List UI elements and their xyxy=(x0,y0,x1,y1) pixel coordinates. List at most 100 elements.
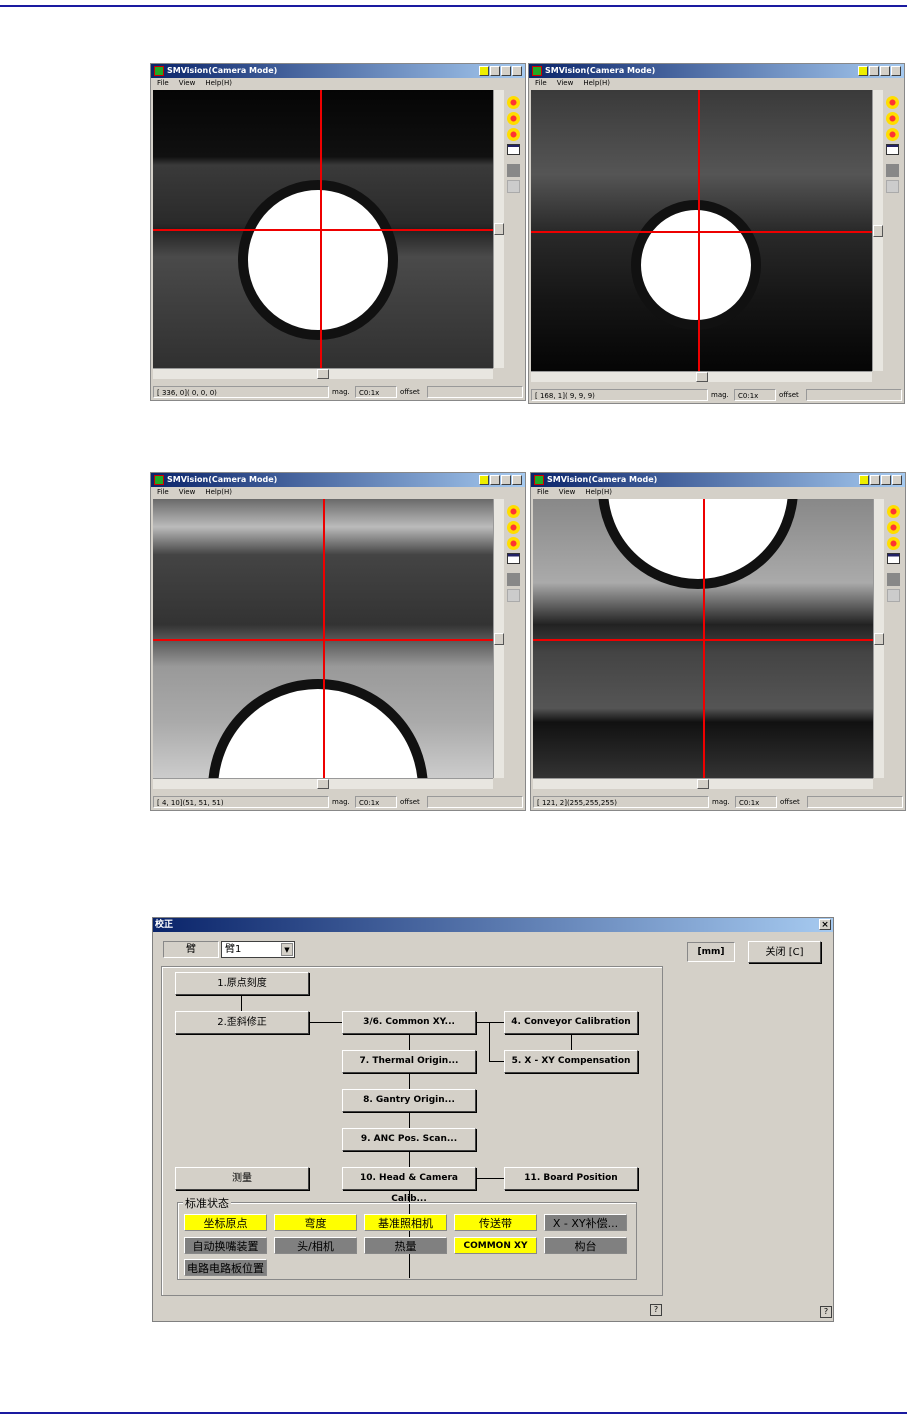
board-position-button[interactable]: 11. Board Position xyxy=(504,1167,638,1190)
camera-window: SMVision(Camera Mode) File View Help(H) [ … xyxy=(150,472,526,811)
close-icon[interactable]: × xyxy=(819,919,831,930)
status-indicator: 坐标原点 xyxy=(184,1214,267,1231)
menu-item[interactable]: View xyxy=(559,487,576,498)
menu-item[interactable]: File xyxy=(157,487,169,498)
pin-icon[interactable] xyxy=(479,66,489,76)
offset-label: offset xyxy=(400,798,420,806)
zoom-in-icon[interactable] xyxy=(885,96,899,109)
vertical-scrollbar[interactable] xyxy=(872,90,883,371)
measure-button[interactable]: 测量 xyxy=(175,1167,309,1190)
minimize-icon[interactable] xyxy=(490,475,500,485)
zoom-fit-icon[interactable] xyxy=(885,128,899,141)
gray-square-icon[interactable] xyxy=(506,164,520,177)
camera-image[interactable] xyxy=(153,499,493,778)
chevron-down-icon[interactable]: ▼ xyxy=(281,943,293,956)
camera-image[interactable] xyxy=(533,499,873,778)
help-button-2[interactable]: ? xyxy=(820,1306,832,1318)
camera-image[interactable] xyxy=(153,90,493,368)
head-camera-calib-button[interactable]: 10. Head & Camera Calib... xyxy=(342,1167,476,1204)
zoom-in-icon[interactable] xyxy=(506,505,520,518)
zoom-in-icon[interactable] xyxy=(506,96,520,109)
arm-label: 臂 xyxy=(163,941,219,958)
status-indicator: 传送带 xyxy=(454,1214,537,1231)
menu-item[interactable]: File xyxy=(535,78,547,89)
zoom-in-icon[interactable] xyxy=(886,505,900,518)
vertical-scrollbar[interactable] xyxy=(493,90,504,368)
mag-value: C0:1x xyxy=(735,796,777,808)
vertical-scrollbar[interactable] xyxy=(493,499,504,778)
tool-icon[interactable] xyxy=(885,180,899,193)
maximize-icon[interactable] xyxy=(880,66,890,76)
mag-value: C0:1x xyxy=(355,386,397,398)
zoom-out-icon[interactable] xyxy=(506,112,520,125)
vertical-scrollbar[interactable] xyxy=(873,499,884,778)
window-icon[interactable] xyxy=(886,553,900,564)
window-title: SMVision(Camera Mode) xyxy=(547,475,658,484)
menu-item[interactable]: Help(H) xyxy=(205,78,232,89)
arm-select[interactable]: 臂1 ▼ xyxy=(221,941,295,958)
zoom-fit-icon[interactable] xyxy=(506,128,520,141)
gantry-origin-button[interactable]: 8. Gantry Origin... xyxy=(342,1089,476,1112)
tool-icon[interactable] xyxy=(506,589,520,602)
menu-item[interactable]: File xyxy=(157,78,169,89)
zoom-fit-icon[interactable] xyxy=(506,537,520,550)
status-bar: [ 336, 0]( 0, 0, 0) mag. C0:1x offset xyxy=(153,386,523,398)
status-indicator: COMMON XY xyxy=(454,1236,537,1254)
gray-square-icon[interactable] xyxy=(885,164,899,177)
fiducial-hole xyxy=(208,679,428,778)
pin-icon[interactable] xyxy=(479,475,489,485)
menu-item[interactable]: View xyxy=(557,78,574,89)
mag-value: C0:1x xyxy=(734,389,776,401)
menu-item[interactable]: View xyxy=(179,487,196,498)
horizontal-scrollbar[interactable] xyxy=(531,371,872,382)
window-icon[interactable] xyxy=(506,553,520,564)
tool-icon[interactable] xyxy=(506,180,520,193)
gray-square-icon[interactable] xyxy=(886,573,900,586)
close-icon[interactable] xyxy=(512,475,522,485)
menu-item[interactable]: File xyxy=(537,487,549,498)
crosshair-horizontal xyxy=(153,229,493,231)
help-button[interactable]: ? xyxy=(650,1304,662,1316)
window-icon[interactable] xyxy=(506,144,520,155)
menu-item[interactable]: Help(H) xyxy=(585,487,612,498)
maximize-icon[interactable] xyxy=(501,66,511,76)
close-button[interactable]: 关闭 [C] xyxy=(748,941,821,963)
minimize-icon[interactable] xyxy=(870,475,880,485)
minimize-icon[interactable] xyxy=(490,66,500,76)
close-icon[interactable] xyxy=(892,475,902,485)
common-xy-button[interactable]: 3/6. Common XY... xyxy=(342,1011,476,1034)
thermal-origin-button[interactable]: 7. Thermal Origin... xyxy=(342,1050,476,1073)
window-icon[interactable] xyxy=(885,144,899,155)
maximize-icon[interactable] xyxy=(881,475,891,485)
gray-square-icon[interactable] xyxy=(506,573,520,586)
pin-icon[interactable] xyxy=(859,475,869,485)
close-icon[interactable] xyxy=(891,66,901,76)
pin-icon[interactable] xyxy=(858,66,868,76)
menu-item[interactable]: Help(H) xyxy=(583,78,610,89)
window-title: SMVision(Camera Mode) xyxy=(167,475,278,484)
maximize-icon[interactable] xyxy=(501,475,511,485)
offset-label: offset xyxy=(400,388,420,396)
crosshair-vertical xyxy=(703,499,705,778)
zoom-out-icon[interactable] xyxy=(506,521,520,534)
close-icon[interactable] xyxy=(512,66,522,76)
mag-label: mag. xyxy=(711,391,729,399)
horizontal-scrollbar[interactable] xyxy=(153,778,493,789)
zoom-fit-icon[interactable] xyxy=(886,537,900,550)
minimize-icon[interactable] xyxy=(869,66,879,76)
menu-item[interactable]: View xyxy=(179,78,196,89)
menu-item[interactable]: Help(H) xyxy=(205,487,232,498)
anc-pos-scan-button[interactable]: 9. ANC Pos. Scan... xyxy=(342,1128,476,1151)
xy-compensation-button[interactable]: 5. X - XY Compensation xyxy=(504,1050,638,1073)
status-indicator: 基准照相机 xyxy=(364,1214,447,1231)
camera-image[interactable] xyxy=(531,90,872,371)
horizontal-scrollbar[interactable] xyxy=(153,368,493,379)
horizontal-scrollbar[interactable] xyxy=(533,778,873,789)
tool-icon[interactable] xyxy=(886,589,900,602)
status-indicator: X - XY补偿... xyxy=(544,1214,627,1231)
zoom-out-icon[interactable] xyxy=(885,112,899,125)
conveyor-calibration-button[interactable]: 4. Conveyor Calibration xyxy=(504,1011,638,1034)
origin-scale-button[interactable]: 1.原点刻度 xyxy=(175,972,309,995)
skew-correction-button[interactable]: 2.歪斜修正 xyxy=(175,1011,309,1034)
zoom-out-icon[interactable] xyxy=(886,521,900,534)
